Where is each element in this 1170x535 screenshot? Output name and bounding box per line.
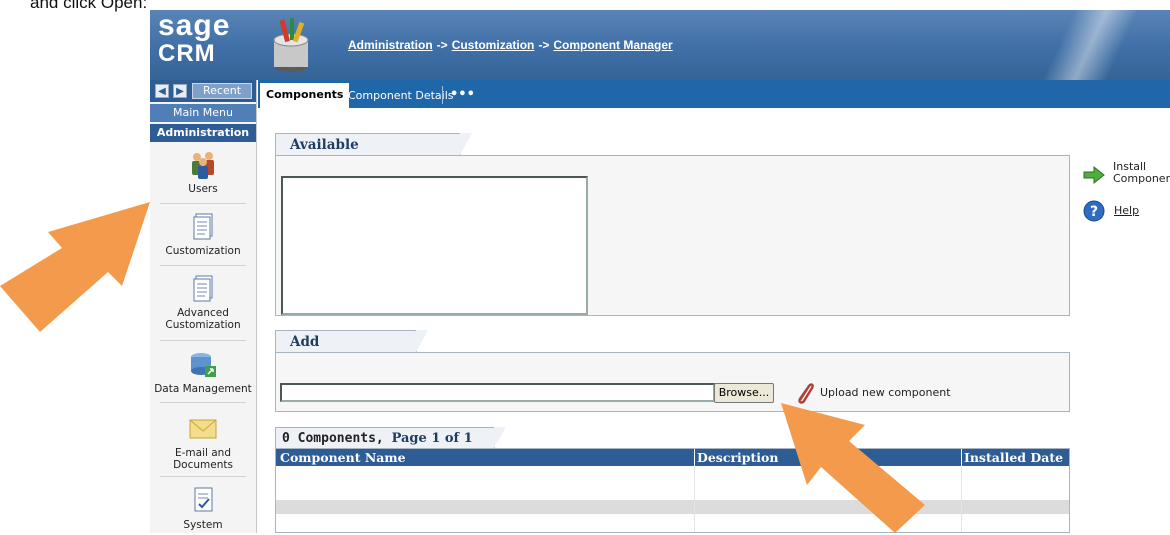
sidebar-divider	[160, 265, 246, 266]
document-icon	[187, 274, 219, 304]
sidebar-item-label: System	[183, 519, 223, 531]
sidebar-item-label: Advanced Customization	[165, 307, 241, 331]
breadcrumb: Administration -> Customization -> Component…	[348, 38, 673, 52]
column-divider	[961, 466, 962, 532]
column-header-description[interactable]: Description	[697, 450, 778, 465]
components-count: 0 Components,	[282, 431, 384, 446]
components-table: Component Name Description Installed Dat…	[275, 448, 1070, 533]
svg-text:?: ?	[1090, 204, 1098, 220]
main-menu-button[interactable]: Main Menu	[150, 104, 256, 122]
administration-menu[interactable]: Administration	[150, 124, 256, 142]
envelope-icon	[187, 414, 219, 444]
tab-component-details[interactable]: Component Details	[344, 85, 458, 107]
left-annotation-arrow	[0, 202, 150, 332]
sidebar-divider	[160, 340, 246, 341]
sage-crm-logo: sage CRM	[158, 9, 250, 78]
sidebar-divider	[160, 203, 246, 204]
left-sidebar: ◀ ▶ Recent Main Menu Administration User…	[150, 80, 257, 533]
document-icon	[187, 212, 219, 242]
logo-line-2: CRM	[158, 40, 216, 67]
table-row[interactable]	[276, 466, 1069, 500]
instruction-caption: and click Open:	[30, 0, 148, 12]
breadcrumb-separator: ->	[436, 38, 448, 52]
browse-button[interactable]: Browse...	[714, 383, 774, 403]
sidebar-item-system[interactable]: System	[150, 486, 256, 531]
help-link[interactable]: Help	[1114, 205, 1139, 217]
sidebar-divider	[160, 476, 246, 477]
sidebar-item-data-management[interactable]: Data Management	[150, 350, 256, 395]
sidebar-item-customization[interactable]: Customization	[150, 212, 256, 257]
sidebar-item-label: E-mail and Documents	[173, 447, 233, 471]
tab-more-button[interactable]: •••	[450, 85, 475, 107]
breadcrumb-component-manager[interactable]: Component Manager	[553, 38, 672, 52]
sidebar-item-label: Users	[188, 183, 218, 195]
sidebar-item-label: Data Management	[154, 383, 252, 395]
breadcrumb-customization[interactable]: Customization	[452, 38, 535, 52]
tab-components[interactable]: Components	[260, 83, 350, 108]
breadcrumb-administration[interactable]: Administration	[348, 38, 433, 52]
sidebar-item-users[interactable]: Users	[150, 150, 256, 195]
components-list-heading: 0 Components, Page 1 of 1	[275, 427, 506, 449]
table-header: Component Name Description Installed Dat…	[276, 449, 1069, 466]
available-components-listbox[interactable]	[281, 176, 588, 315]
tools-icon	[268, 18, 314, 76]
column-divider	[694, 449, 695, 466]
install-label-line-2: Component	[1113, 172, 1170, 185]
sidebar-item-label: Customization	[165, 245, 241, 257]
column-divider	[694, 466, 695, 532]
sidebar-item-email-documents[interactable]: E-mail and Documents	[150, 414, 256, 471]
file-path-input[interactable]	[280, 383, 715, 402]
logo-line-1: sage	[158, 9, 231, 42]
nav-bar: ◀ ▶ Recent	[150, 80, 256, 102]
table-row[interactable]	[276, 500, 1069, 514]
header-banner: sage CRM Administration -> Customization ->…	[150, 10, 1170, 80]
available-components-heading: Available Components	[275, 133, 472, 175]
header-decoration	[990, 10, 1170, 80]
recent-button[interactable]: Recent	[192, 83, 252, 99]
tabs-bar: Components Component Details •••	[258, 80, 1170, 108]
install-component-arrow-icon[interactable]	[1082, 163, 1106, 187]
breadcrumb-separator: ->	[538, 38, 550, 52]
add-component-heading: Add Component	[275, 330, 428, 372]
database-icon	[187, 350, 219, 380]
column-header-component-name[interactable]: Component Name	[280, 450, 406, 465]
add-component-panel: Browse... Upload new component	[275, 352, 1070, 412]
right-annotation-arrow	[781, 403, 925, 533]
users-icon	[187, 150, 219, 180]
sidebar-item-advanced-customization[interactable]: Advanced Customization	[150, 274, 256, 331]
checklist-icon	[187, 486, 219, 516]
column-header-installed-date[interactable]: Installed Date	[964, 450, 1063, 465]
available-components-panel	[275, 155, 1070, 316]
page-indicator: Page 1 of 1	[391, 431, 473, 446]
help-icon[interactable]: ?	[1083, 200, 1105, 222]
back-arrow-icon[interactable]: ◀	[155, 84, 169, 98]
forward-arrow-icon[interactable]: ▶	[173, 84, 187, 98]
install-component-button[interactable]: Install Component	[1113, 161, 1170, 185]
sidebar-divider	[160, 402, 246, 403]
tab-divider	[442, 86, 443, 104]
column-divider	[961, 449, 962, 466]
